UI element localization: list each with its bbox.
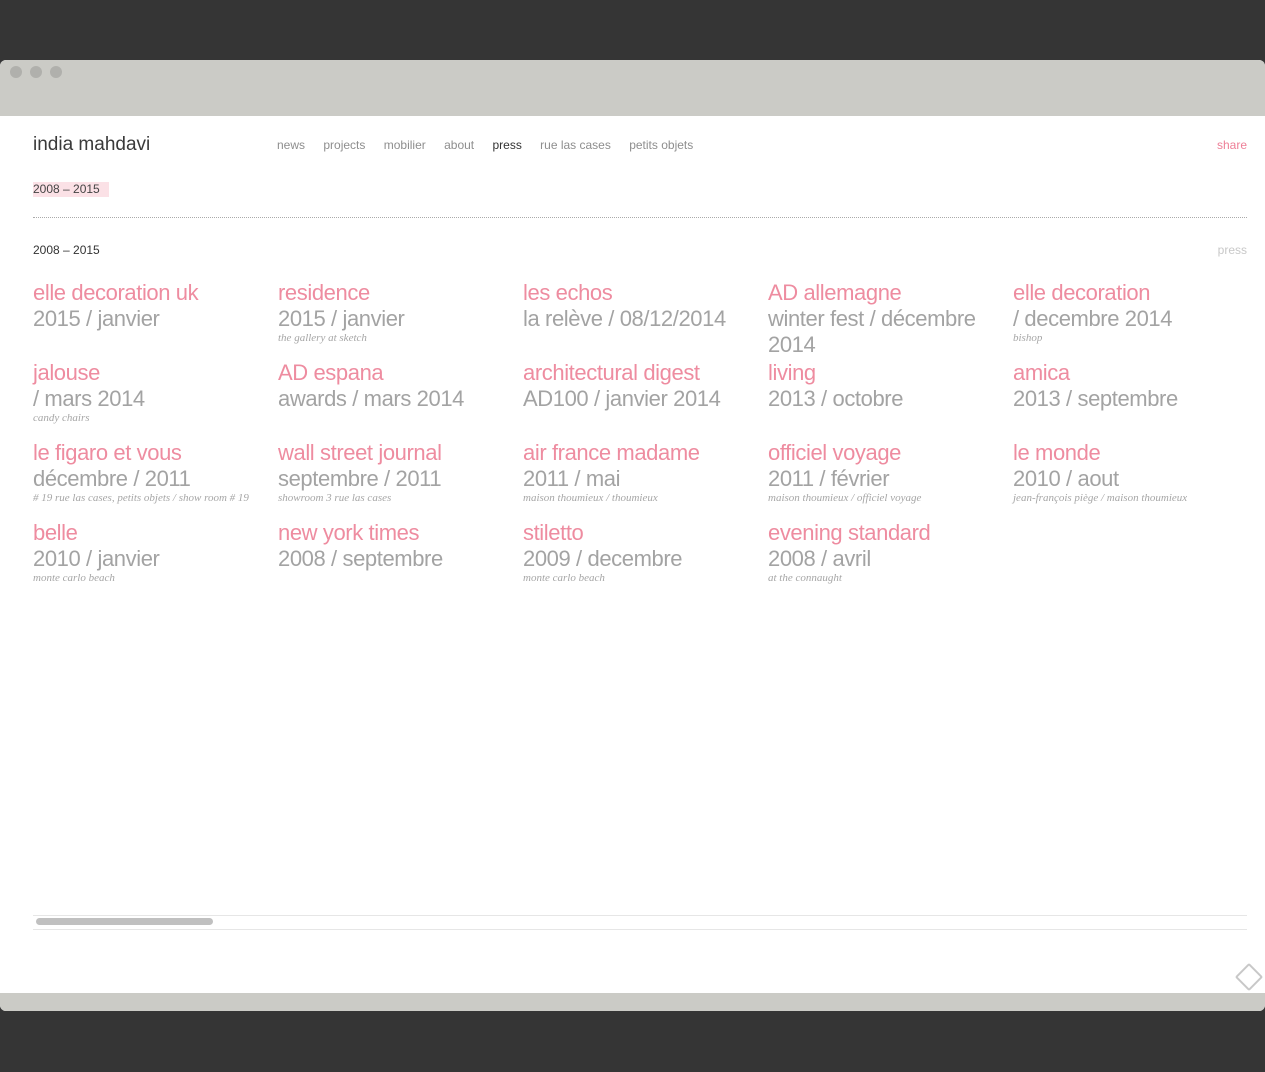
press-item[interactable]: new york times 2008 / septembre — [278, 520, 518, 571]
press-item-title: elle decoration — [1013, 280, 1151, 305]
press-item[interactable]: les echos la relève / 08/12/2014 — [523, 280, 763, 331]
press-item-title: belle — [33, 520, 78, 545]
press-item[interactable]: residence 2015 / janvier the gallery at … — [278, 280, 518, 348]
press-item[interactable]: belle 2010 / janvier monte carlo beach — [33, 520, 273, 588]
main-nav: news projects mobilier about press rue l… — [277, 138, 708, 152]
press-item-subtitle: 2013 / octobre — [768, 386, 904, 411]
feedback-icon[interactable] — [1234, 962, 1264, 992]
divider — [33, 217, 1247, 218]
press-item[interactable]: stiletto 2009 / decembre monte carlo bea… — [523, 520, 763, 588]
press-item-subtitle: 2008 / septembre — [278, 546, 443, 571]
share-link[interactable]: share — [1217, 138, 1247, 152]
press-item-subtitle: awards / mars 2014 — [278, 386, 464, 411]
press-item-title: le figaro et vous — [33, 440, 182, 465]
press-item[interactable]: air france madame 2011 / mai maison thou… — [523, 440, 763, 508]
window-titlebar — [0, 60, 1265, 116]
scrollbar-thumb[interactable] — [36, 918, 213, 925]
press-grid: elle decoration uk 2015 / janvier reside… — [33, 280, 1265, 600]
press-item[interactable]: architectural digest AD100 / janvier 201… — [523, 360, 763, 411]
press-item-title: elle decoration uk — [33, 280, 199, 305]
nav-item-petits-objets[interactable]: petits objets — [629, 138, 693, 152]
nav-item-rue-las-cases[interactable]: rue las cases — [540, 138, 611, 152]
nav-item-projects[interactable]: projects — [323, 138, 365, 152]
press-item-title: AD espana — [278, 360, 384, 385]
nav-item-press[interactable]: press — [492, 138, 521, 152]
press-item[interactable]: living 2013 / octobre — [768, 360, 1008, 411]
press-item-subtitle: la relève / 08/12/2014 — [523, 306, 726, 331]
press-item-title: AD allemagne — [768, 280, 902, 305]
press-item[interactable]: officiel voyage 2011 / février maison th… — [768, 440, 1008, 508]
press-item-title: wall street journal — [278, 440, 442, 465]
press-item[interactable]: elle decoration uk 2015 / janvier — [33, 280, 273, 331]
browser-window: india mahdavi news projects mobilier abo… — [0, 60, 1265, 1011]
press-item-note: maison thoumieux / thoumieux — [523, 492, 658, 504]
nav-item-mobilier[interactable]: mobilier — [384, 138, 426, 152]
section-label: 2008 – 2015 — [33, 243, 100, 257]
press-item[interactable]: AD allemagne winter fest / décembre 2014 — [768, 280, 1008, 357]
nav-item-about[interactable]: about — [444, 138, 474, 152]
press-item-subtitle: winter fest / décembre 2014 — [768, 306, 976, 357]
press-item[interactable]: amica 2013 / septembre — [1013, 360, 1253, 411]
press-item-title: jalouse — [33, 360, 100, 385]
press-item-title: les echos — [523, 280, 613, 305]
press-item-title: officiel voyage — [768, 440, 902, 465]
press-item-title: amica — [1013, 360, 1070, 385]
nav-item-news[interactable]: news — [277, 138, 305, 152]
section-category-label: press — [1217, 243, 1247, 257]
close-window-button[interactable] — [10, 66, 22, 78]
press-item-subtitle: AD100 / janvier 2014 — [523, 386, 721, 411]
press-item-title: architectural digest — [523, 360, 700, 385]
press-item[interactable]: evening standard 2008 / avril at the con… — [768, 520, 1008, 588]
press-item-note: jean-françois piège / maison thoumieux — [1013, 492, 1188, 504]
press-item-note: candy chairs — [33, 412, 90, 424]
press-item-title: living — [768, 360, 816, 385]
press-item[interactable]: le monde 2010 / aout jean-françois piège… — [1013, 440, 1253, 508]
press-item-title: evening standard — [768, 520, 931, 545]
press-item[interactable]: elle decoration / decembre 2014 bishop — [1013, 280, 1253, 348]
press-item-subtitle: 2013 / septembre — [1013, 386, 1178, 411]
press-item[interactable]: wall street journal septembre / 2011 sho… — [278, 440, 518, 508]
press-item[interactable]: AD espana awards / mars 2014 — [278, 360, 518, 411]
maximize-window-button[interactable] — [50, 66, 62, 78]
press-item-title: stiletto — [523, 520, 584, 545]
press-item[interactable]: le figaro et vous décembre / 2011 # 19 r… — [33, 440, 273, 508]
window-bottom-bar — [0, 993, 1265, 1011]
press-item-title: air france madame — [523, 440, 700, 465]
minimize-window-button[interactable] — [30, 66, 42, 78]
press-item[interactable]: jalouse / mars 2014 candy chairs — [33, 360, 273, 428]
press-item-title: residence — [278, 280, 370, 305]
site-logo[interactable]: india mahdavi — [33, 134, 150, 156]
press-item-note: maison thoumieux / officiel voyage — [768, 492, 922, 504]
press-item-note: # 19 rue las cases, petits objets / show… — [33, 492, 249, 504]
press-item-note: at the connaught — [768, 572, 842, 584]
year-filter-active[interactable]: 2008 – 2015 — [33, 182, 109, 197]
horizontal-scrollbar[interactable] — [33, 915, 1247, 930]
press-item-title: le monde — [1013, 440, 1101, 465]
press-item-subtitle: 2015 / janvier — [33, 306, 160, 331]
press-item-title: new york times — [278, 520, 420, 545]
